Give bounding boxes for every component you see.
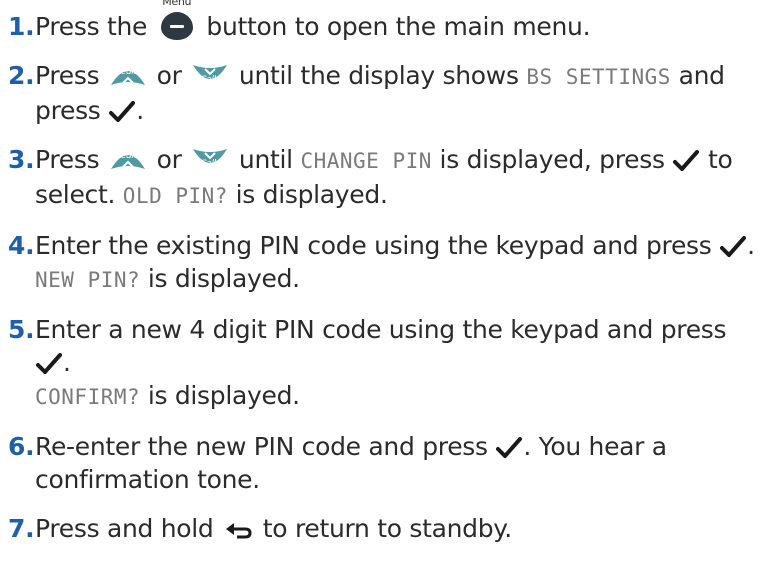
lcd-text: BS SETTINGS xyxy=(526,65,671,89)
back-arrow-icon xyxy=(226,523,252,539)
step-text: is displayed. xyxy=(147,381,300,410)
step-number: 3. xyxy=(8,145,35,174)
step-4: 4. Enter the existing PIN code using the… xyxy=(8,231,755,293)
ok-tick-icon xyxy=(673,150,700,171)
calls-label: Calls xyxy=(200,75,221,85)
redial-up-button-icon: Redial xyxy=(109,145,147,173)
step-text: Press xyxy=(35,145,100,174)
lcd-text: OLD PIN? xyxy=(122,184,228,208)
step-7: 7. Press and hold to return to standby. xyxy=(8,512,756,545)
step-text: until the display shows xyxy=(238,61,519,90)
lcd-text: CHANGE PIN xyxy=(300,149,432,173)
ok-tick-icon xyxy=(720,236,747,257)
step-5: 5. Enter a new 4 digit PIN code using th… xyxy=(8,315,727,410)
step-text: is displayed, press xyxy=(439,145,665,174)
step-text: Enter a new 4 digit PIN code using the k… xyxy=(35,315,727,344)
step-text: confirmation tone. xyxy=(35,465,260,494)
step-text: or xyxy=(156,145,182,174)
lcd-text: NEW PIN? xyxy=(35,268,141,292)
step-1: 1. Press the Menu button to open the mai… xyxy=(8,0,756,43)
step-text: Press and hold xyxy=(35,514,214,543)
step-number: 7. xyxy=(8,514,35,543)
step-text: is displayed. xyxy=(147,264,300,293)
step-text: button to open the main menu. xyxy=(206,12,591,41)
step-text: and xyxy=(678,61,725,90)
ok-tick-icon xyxy=(36,353,62,374)
step-text: until xyxy=(238,145,293,174)
step-text: Enter the existing PIN code using the ke… xyxy=(35,231,712,260)
step-text: press xyxy=(35,96,101,125)
calls-down-button-icon: Calls xyxy=(191,61,229,89)
step-text: . You hear a xyxy=(523,432,667,461)
step-number: 1. xyxy=(8,12,35,41)
step-text: is displayed. xyxy=(235,180,388,209)
instruction-steps: 1. Press the Menu button to open the mai… xyxy=(8,0,756,561)
step-number: 6. xyxy=(8,432,35,461)
step-text: select. xyxy=(35,180,116,209)
step-number: 5. xyxy=(8,315,35,344)
step-6: 6. Re-enter the new PIN code and press .… xyxy=(8,430,756,496)
redial-up-button-icon: Redial xyxy=(109,61,147,89)
step-text: Press xyxy=(35,61,100,90)
step-text: to return to standby. xyxy=(262,514,512,543)
calls-label: Calls xyxy=(200,159,221,169)
redial-label: Redial xyxy=(114,67,142,77)
lcd-text: CONFIRM? xyxy=(35,385,141,409)
ok-tick-icon xyxy=(109,101,136,122)
calls-down-button-icon: Calls xyxy=(191,145,229,173)
step-number: 2. xyxy=(8,61,35,90)
menu-caption: Menu xyxy=(162,0,192,8)
step-text: or xyxy=(156,61,182,90)
menu-button-icon: Menu xyxy=(157,0,197,41)
redial-label: Redial xyxy=(114,151,142,161)
step-3: 3. Press Redial or Calls until CHANGE PI… xyxy=(8,143,756,213)
step-number: 4. xyxy=(8,231,35,260)
step-text: Press the xyxy=(35,12,148,41)
step-2: 2. Press Redial or Calls until the displ… xyxy=(8,61,725,125)
step-text: to xyxy=(708,145,733,174)
step-text: Re-enter the new PIN code and press xyxy=(35,432,488,461)
ok-tick-icon xyxy=(496,437,523,458)
